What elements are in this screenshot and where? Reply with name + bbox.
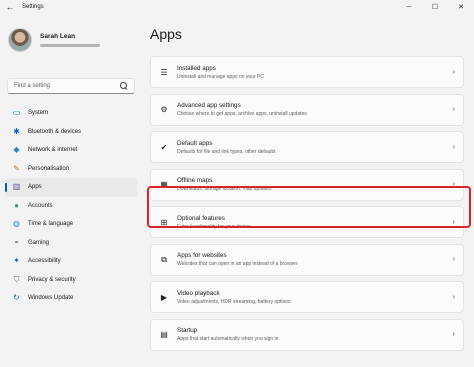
- sidebar-item-label: Gaming: [28, 239, 50, 246]
- list-icon: ☰: [160, 67, 168, 77]
- maximize-button[interactable]: ☐: [422, 0, 448, 14]
- card-installed-apps[interactable]: ☰ Installed apps Uninstall and manage apps…: [150, 56, 464, 88]
- wifi-icon: ◆: [13, 145, 20, 155]
- card-video-playback[interactable]: ▶ Video playback Video adjustments, HDR st…: [150, 281, 464, 313]
- search-input[interactable]: Find a setting: [14, 83, 120, 89]
- sidebar-item-label: Privacy & security: [28, 276, 76, 283]
- card-advanced-app-settings[interactable]: ⚙ Advanced app settings Choose where to ge…: [150, 93, 464, 126]
- sidebar-item-label: Windows Update: [28, 295, 74, 302]
- card-startup[interactable]: ▤ Startup Apps that start automatically wh…: [150, 318, 464, 351]
- shield-icon: ⛉: [13, 274, 20, 284]
- web-apps-icon: ⧉: [161, 254, 167, 264]
- sidebar-item-bluetooth-devices[interactable]: ✱ Bluetooth & devices: [5, 123, 137, 142]
- avatar: [8, 28, 32, 52]
- bluetooth-icon: ✱: [13, 126, 20, 136]
- card-subtitle: Extra functionality for your device: [177, 223, 251, 230]
- title-bar: ← Settings ─ ☐ ✕: [0, 0, 474, 14]
- card-title: Offline maps: [177, 177, 213, 184]
- card-default-apps[interactable]: ✔ Default apps Defaults for file and link …: [150, 131, 464, 163]
- back-arrow-icon: ←: [5, 2, 15, 12]
- card-title: Startup: [177, 327, 198, 334]
- chevron-right-icon: ›: [452, 331, 455, 338]
- profile-email-redacted: [40, 44, 100, 47]
- card-subtitle: Uninstall and manage apps on your PC: [177, 73, 264, 80]
- card-title: Advanced app settings: [177, 102, 241, 109]
- chevron-right-icon: ›: [452, 106, 455, 113]
- accessibility-icon: ✦: [13, 256, 20, 266]
- card-subtitle: Choose where to get apps, archive apps, …: [177, 111, 307, 117]
- sidebar-item-accounts[interactable]: ● Accounts: [5, 197, 137, 216]
- card-title: Optional features: [177, 214, 225, 222]
- card-title: Installed apps: [177, 64, 216, 72]
- apps-icon: ▥: [12, 182, 21, 192]
- sidebar: Sarah Lean Find a setting ▭ System ✱ Blueto…: [0, 14, 142, 367]
- sidebar-item-system[interactable]: ▭ System: [5, 104, 137, 123]
- close-button[interactable]: ✕: [448, 0, 474, 14]
- profile-name: Sarah Lean: [40, 33, 76, 40]
- minimize-button[interactable]: ─: [396, 0, 422, 14]
- startup-icon: ▤: [160, 330, 168, 339]
- card-subtitle: Websites that can open in an app instead…: [177, 261, 298, 267]
- gamepad-icon: ◓: [14, 237, 19, 247]
- video-icon: ▶: [160, 292, 168, 302]
- chevron-right-icon: ›: [452, 143, 455, 151]
- card-subtitle: Video adjustments, HDR streaming, batter…: [177, 298, 291, 305]
- card-subtitle: Apps that start automatically when you s…: [177, 336, 279, 342]
- sidebar-item-accessibility[interactable]: ✦ Accessibility: [5, 252, 137, 271]
- page-title: Apps: [150, 26, 182, 42]
- search-box[interactable]: Find a setting: [7, 78, 135, 94]
- card-subtitle: Downloads, storage location, map updates: [177, 186, 272, 192]
- sidebar-item-label: Network & internet: [28, 147, 78, 154]
- chevron-right-icon: ›: [452, 181, 455, 188]
- card-title: Apps for websites: [177, 252, 227, 259]
- sidebar-nav: ▭ System ✱ Bluetooth & devices ◆ Network & in…: [5, 104, 137, 308]
- back-button[interactable]: ←: [2, 0, 18, 14]
- chevron-right-icon: ›: [452, 68, 455, 76]
- person-icon: ●: [14, 200, 19, 210]
- window-controls: ─ ☐ ✕: [396, 0, 474, 14]
- sidebar-item-label: Time & language: [28, 221, 74, 228]
- sidebar-item-label: Accounts: [28, 202, 53, 209]
- sidebar-item-label: Accessibility: [28, 258, 61, 265]
- sidebar-item-apps[interactable]: ▥ Apps: [5, 178, 137, 197]
- sidebar-item-gaming[interactable]: ◓ Gaming: [5, 234, 137, 253]
- brush-icon: ✎: [13, 163, 20, 173]
- card-apps-for-websites[interactable]: ⧉ Apps for websites Websites that can open…: [150, 243, 464, 276]
- globe-icon: ◍: [13, 219, 20, 229]
- sidebar-item-label: Personalisation: [28, 165, 70, 172]
- user-profile[interactable]: Sarah Lean: [8, 28, 100, 52]
- window-title: Settings: [22, 4, 44, 10]
- card-offline-maps[interactable]: ▦ Offline maps Downloads, storage location…: [150, 168, 464, 201]
- system-icon: ▭: [12, 108, 21, 118]
- default-apps-icon: ✔: [160, 142, 168, 152]
- update-icon: ↻: [13, 293, 20, 303]
- sidebar-item-label: System: [28, 110, 49, 117]
- sidebar-item-personalisation[interactable]: ✎ Personalisation: [5, 160, 137, 179]
- sidebar-item-label: Bluetooth & devices: [28, 128, 82, 135]
- sidebar-item-privacy-security[interactable]: ⛉ Privacy & security: [5, 271, 137, 290]
- chevron-right-icon: ›: [452, 218, 455, 226]
- chevron-right-icon: ›: [452, 256, 455, 263]
- chevron-right-icon: ›: [452, 293, 455, 301]
- card-optional-features[interactable]: ⊞ Optional features Extra functionality fo…: [150, 206, 464, 238]
- map-icon: ▦: [160, 180, 168, 189]
- card-title: Default apps: [177, 139, 213, 147]
- app-settings-icon: ⚙: [160, 105, 168, 114]
- card-subtitle: Defaults for file and link types, other …: [177, 148, 276, 155]
- sidebar-item-windows-update[interactable]: ↻ Windows Update: [5, 289, 137, 308]
- sidebar-item-network-internet[interactable]: ◆ Network & internet: [5, 141, 137, 160]
- sidebar-item-time-language[interactable]: ◍ Time & language: [5, 215, 137, 234]
- settings-cards: ☰ Installed apps Uninstall and manage apps…: [150, 56, 464, 356]
- search-icon[interactable]: [120, 82, 128, 90]
- optional-features-icon: ⊞: [160, 217, 168, 227]
- sidebar-item-label: Apps: [28, 184, 42, 191]
- card-title: Video playback: [177, 289, 220, 297]
